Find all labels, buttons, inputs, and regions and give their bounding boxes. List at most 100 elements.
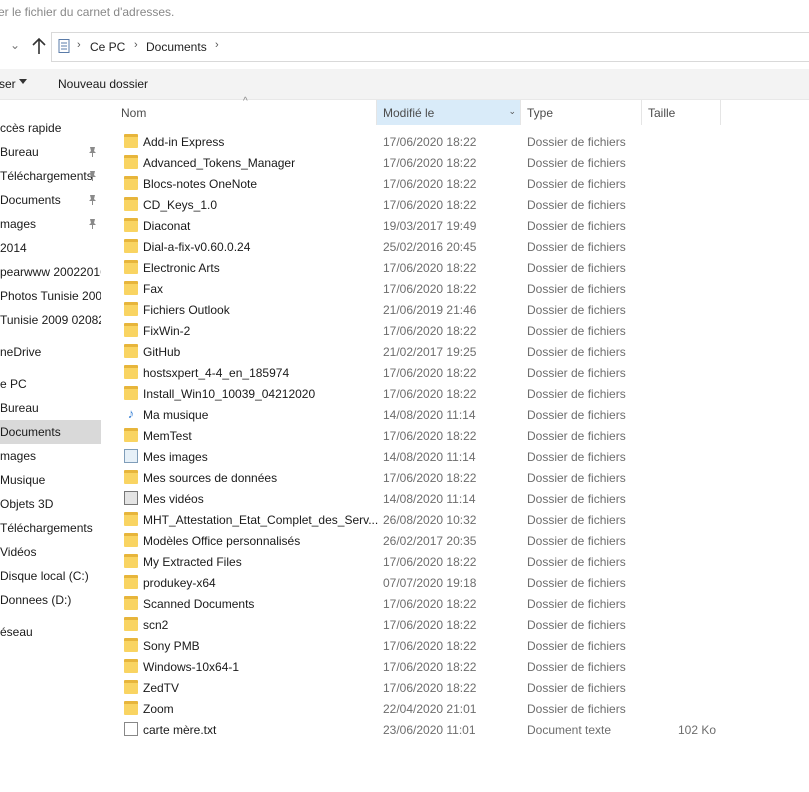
- chevron-down-icon[interactable]: [19, 79, 27, 84]
- table-row[interactable]: GitHub 21/02/2017 19:25 Dossier de fichier…: [115, 341, 809, 362]
- breadcrumb-ce-pc[interactable]: Ce PC: [90, 40, 125, 54]
- table-row[interactable]: carte mère.txt 23/06/2020 11:01 Document t…: [115, 719, 809, 740]
- column-header-label: Type: [527, 106, 554, 120]
- sidebar-item-images[interactable]: mages: [0, 444, 101, 468]
- table-row[interactable]: Install_Win10_10039_04212020 17/06/2020 1…: [115, 383, 809, 404]
- table-row[interactable]: FixWin-2 17/06/2020 18:22 Dossier de fichi…: [115, 320, 809, 341]
- table-row[interactable]: produkey-x64 07/07/2020 19:18 Dossier de f…: [115, 572, 809, 593]
- table-row[interactable]: scn2 17/06/2020 18:22 Dossier de fichiers: [115, 614, 809, 635]
- sidebar-item-2014[interactable]: 2014: [0, 236, 101, 260]
- table-row[interactable]: Dial-a-fix-v0.60.0.24 25/02/2016 20:45 Dos…: [115, 236, 809, 257]
- folder-icon: [124, 197, 138, 211]
- table-row[interactable]: CD_Keys_1.0 17/06/2020 18:22 Dossier de fi…: [115, 194, 809, 215]
- sidebar-item-musique[interactable]: Musique: [0, 468, 101, 492]
- sidebar-item-telechargements-pinned[interactable]: Téléchargements: [0, 164, 101, 188]
- sort-ascending-icon: ^: [243, 96, 248, 107]
- navigation-bar: ⌄ › Ce PC › Documents ›: [0, 32, 809, 62]
- sidebar-item-videos[interactable]: Vidéos: [0, 540, 101, 564]
- pin-icon: [89, 147, 96, 157]
- sidebar-item-bureau[interactable]: Bureau: [0, 396, 101, 420]
- table-row[interactable]: ♪ Ma musique 14/08/2020 11:14 Dossier de fi…: [115, 404, 809, 425]
- file-type: Dossier de fichiers: [527, 660, 626, 674]
- table-row[interactable]: Zoom 22/04/2020 21:01 Dossier de fichiers: [115, 698, 809, 719]
- sidebar-item-images-pinned[interactable]: mages: [0, 212, 101, 236]
- table-row[interactable]: Electronic Arts 17/06/2020 18:22 Dossier d…: [115, 257, 809, 278]
- sidebar-item-label: neDrive: [0, 345, 42, 359]
- sidebar-item-onedrive[interactable]: neDrive: [0, 340, 101, 364]
- file-type: Dossier de fichiers: [527, 618, 626, 632]
- share-button[interactable]: ser: [0, 77, 16, 91]
- breadcrumb-documents[interactable]: Documents: [146, 40, 207, 54]
- sidebar-item-pearwww[interactable]: pearwww 20022016: [0, 260, 101, 284]
- file-type: Dossier de fichiers: [527, 681, 626, 695]
- table-row[interactable]: Windows-10x64-1 17/06/2020 18:22 Dossier d…: [115, 656, 809, 677]
- new-folder-button[interactable]: Nouveau dossier: [58, 77, 148, 91]
- table-row[interactable]: Mes vidéos 14/08/2020 11:14 Dossier de fic…: [115, 488, 809, 509]
- file-list: Add-in Express 17/06/2020 18:22 Dossier de…: [115, 131, 809, 740]
- sidebar-item-documents[interactable]: Documents: [0, 420, 101, 444]
- sidebar-item-donnees-d[interactable]: Donnees (D:): [0, 588, 101, 612]
- folder-icon: [124, 701, 138, 715]
- column-divider[interactable]: [720, 100, 721, 125]
- folder-icon: [124, 554, 138, 568]
- file-type: Dossier de fichiers: [527, 135, 626, 149]
- file-date-modified: 14/08/2020 11:14: [383, 492, 476, 506]
- table-row[interactable]: Fichiers Outlook 21/06/2019 21:46 Dossier …: [115, 299, 809, 320]
- table-row[interactable]: hostsxpert_4-4_en_185974 17/06/2020 18:22…: [115, 362, 809, 383]
- chevron-down-icon[interactable]: ⌄: [508, 106, 516, 117]
- sidebar-item-bureau-pinned[interactable]: Bureau: [0, 140, 101, 164]
- breadcrumb-separator-icon[interactable]: ›: [215, 39, 219, 51]
- column-header-label: Modifié le: [383, 106, 435, 120]
- sidebar-item-label: ccès rapide: [0, 121, 62, 135]
- sidebar-item-tunisie-2009[interactable]: Tunisie 2009 020820: [0, 308, 101, 332]
- file-name: Mes vidéos: [143, 492, 204, 506]
- sidebar-item-label: Donnees (D:): [0, 593, 72, 607]
- up-arrow-icon[interactable]: [30, 35, 48, 57]
- table-row[interactable]: Modèles Office personnalisés 26/02/2017 2…: [115, 530, 809, 551]
- table-row[interactable]: MemTest 17/06/2020 18:22 Dossier de fichie…: [115, 425, 809, 446]
- file-type: Dossier de fichiers: [527, 471, 626, 485]
- file-name: Ma musique: [143, 408, 209, 422]
- table-row[interactable]: Scanned Documents 17/06/2020 18:22 Dossier…: [115, 593, 809, 614]
- sidebar-item-objets-3d[interactable]: Objets 3D: [0, 492, 101, 516]
- table-row[interactable]: Mes sources de données 17/06/2020 18:22 Do…: [115, 467, 809, 488]
- file-name: Mes sources de données: [143, 471, 278, 485]
- folder-icon: [124, 302, 138, 316]
- breadcrumb-separator-icon[interactable]: ›: [134, 39, 138, 51]
- recent-locations-chevron-icon[interactable]: ⌄: [10, 38, 20, 52]
- column-header-type[interactable]: Type: [521, 100, 641, 125]
- sidebar-item-telechargements[interactable]: Téléchargements: [0, 516, 101, 540]
- file-type: Dossier de fichiers: [527, 639, 626, 653]
- folder-icon: [124, 533, 138, 547]
- videos-folder-icon: [124, 491, 138, 505]
- sidebar-item-photos-tunisie[interactable]: Photos Tunisie 2009: [0, 284, 101, 308]
- breadcrumb-separator-icon[interactable]: ›: [77, 39, 81, 51]
- column-header-size[interactable]: Taille: [642, 100, 720, 125]
- table-row[interactable]: Mes images 14/08/2020 11:14 Dossier de fic…: [115, 446, 809, 467]
- sidebar-item-label: Bureau: [0, 145, 39, 159]
- column-header-modified[interactable]: Modifié le ⌄: [377, 100, 520, 125]
- table-row[interactable]: Advanced_Tokens_Manager 17/06/2020 18:22 D…: [115, 152, 809, 173]
- sidebar-item-quick-access[interactable]: ccès rapide: [0, 116, 101, 140]
- file-type: Document texte: [527, 723, 612, 737]
- file-date-modified: 17/06/2020 18:22: [383, 429, 477, 443]
- column-header-name[interactable]: Nom ^: [115, 96, 376, 125]
- sidebar-item-reseau[interactable]: éseau: [0, 620, 101, 644]
- sidebar-item-disque-local-c[interactable]: Disque local (C:): [0, 564, 101, 588]
- table-row[interactable]: My Extracted Files 17/06/2020 18:22 Dossie…: [115, 551, 809, 572]
- table-row[interactable]: Add-in Express 17/06/2020 18:22 Dossier de…: [115, 131, 809, 152]
- sidebar-item-documents-pinned[interactable]: Documents: [0, 188, 101, 212]
- file-name: Sony PMB: [143, 639, 200, 653]
- address-bar[interactable]: › Ce PC › Documents ›: [51, 32, 809, 62]
- sidebar-item-label: Documents: [0, 425, 61, 439]
- table-row[interactable]: Fax 17/06/2020 18:22 Dossier de fichiers: [115, 278, 809, 299]
- sidebar-item-label: Bureau: [0, 401, 39, 415]
- folder-icon: [124, 176, 138, 190]
- table-row[interactable]: Blocs-notes OneNote 17/06/2020 18:22 Dossi…: [115, 173, 809, 194]
- file-date-modified: 17/06/2020 18:22: [383, 681, 477, 695]
- table-row[interactable]: ZedTV 17/06/2020 18:22 Dossier de fichiers: [115, 677, 809, 698]
- table-row[interactable]: Diaconat 19/03/2017 19:49 Dossier de fichi…: [115, 215, 809, 236]
- table-row[interactable]: MHT_Attestation_Etat_Complet_des_Serv...…: [115, 509, 809, 530]
- sidebar-item-ce-pc[interactable]: e PC: [0, 372, 101, 396]
- table-row[interactable]: Sony PMB 17/06/2020 18:22 Dossier de fichi…: [115, 635, 809, 656]
